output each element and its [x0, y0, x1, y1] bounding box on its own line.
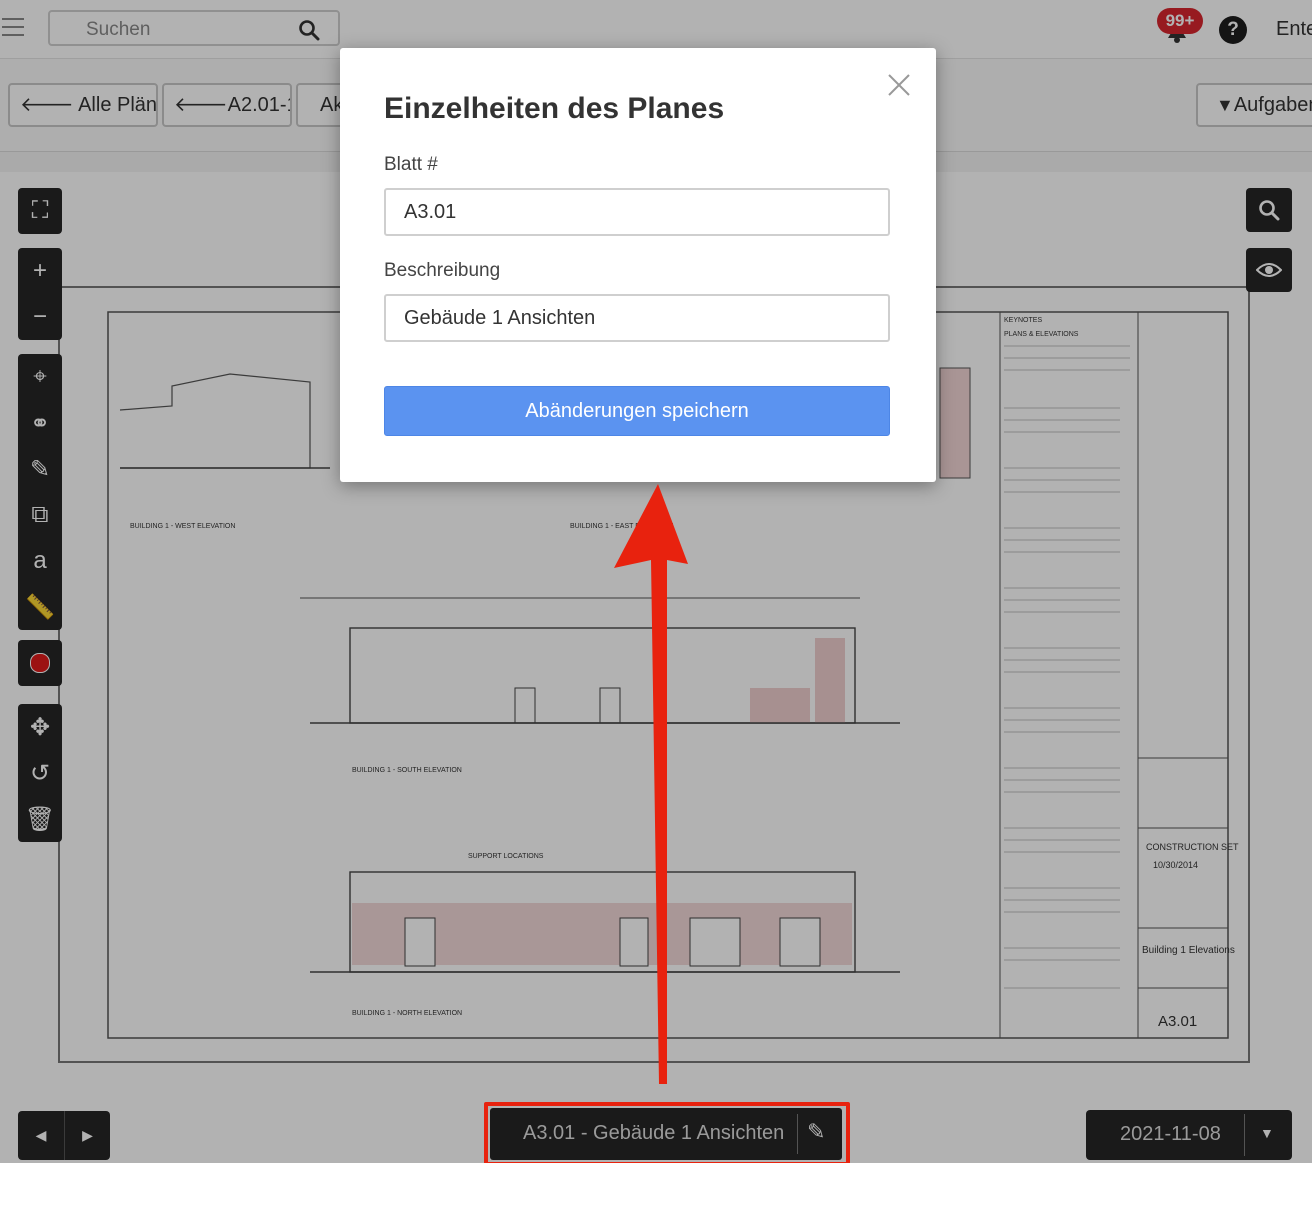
annotation-arrow — [614, 484, 688, 1084]
app-background: Suchen 99+ ? Ente 🡐 Alle Pläne 🡐A2.01-1 … — [0, 0, 1312, 1163]
